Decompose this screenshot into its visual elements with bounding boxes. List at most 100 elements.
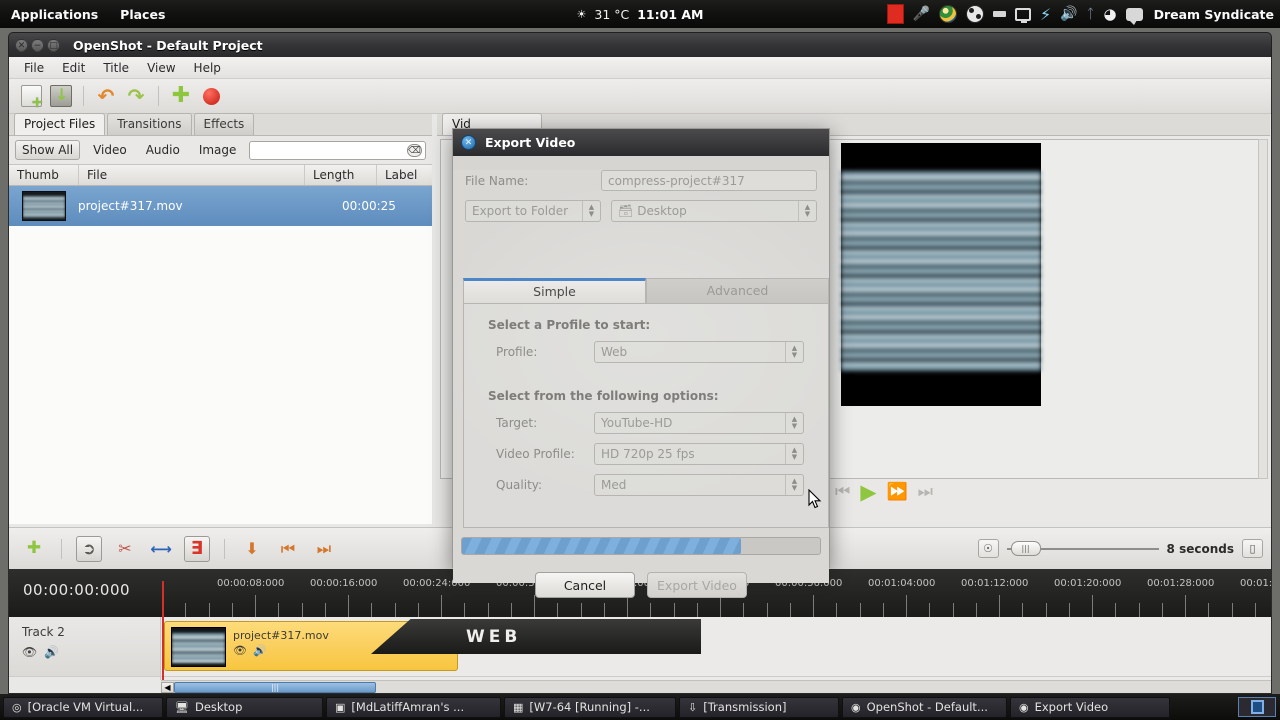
taskbar-item-openshot[interactable]: ◉ OpenShot - Default... <box>842 696 1007 718</box>
resize-tool-icon[interactable]: ⟷ <box>148 536 174 562</box>
speaker-icon[interactable]: 🔊 <box>44 645 59 659</box>
export-to-folder-select[interactable]: Export to Folder ▲ ▼ <box>465 200 601 222</box>
menu-title[interactable]: Title <box>94 59 138 77</box>
red-indicator-icon[interactable] <box>886 4 904 24</box>
video-profile-select[interactable]: HD 720p 25 fps ▲ ▼ <box>594 443 804 465</box>
previous-marker-icon[interactable]: ⏮ <box>275 536 301 562</box>
list-item[interactable]: project#317.mov 00:00:25 <box>9 186 432 226</box>
save-project-icon[interactable] <box>49 84 73 108</box>
column-label[interactable]: Label <box>377 165 432 185</box>
bluetooth-icon[interactable]: ᛏ <box>1087 7 1095 22</box>
column-length[interactable]: Length <box>305 165 377 185</box>
chevron-updown-icon[interactable]: ▲ ▼ <box>582 201 600 221</box>
undo-icon[interactable]: ↶ <box>94 84 118 108</box>
filter-image[interactable]: Image <box>193 141 243 159</box>
playhead-marker[interactable] <box>162 581 164 617</box>
taskbar-item-desktop[interactable]: 🖥 Desktop <box>166 696 323 718</box>
chevron-updown-icon[interactable]: ▲ ▼ <box>785 475 803 495</box>
search-input[interactable]: ⌫ <box>249 140 426 160</box>
zoom-slider-handle[interactable]: ||| <box>1010 540 1041 556</box>
track-header[interactable]: Track 1 👁 🔊 <box>9 677 161 680</box>
folder-select[interactable]: 🗃 Desktop ▲ ▼ <box>611 200 817 222</box>
chevron-updown-icon[interactable]: ▲ ▼ <box>798 201 816 221</box>
messaging-icon[interactable] <box>1125 7 1143 25</box>
redo-icon[interactable]: ↷ <box>124 84 148 108</box>
record-icon[interactable] <box>199 84 223 108</box>
next-marker-icon[interactable]: ⏭ <box>311 536 337 562</box>
menu-file[interactable]: File <box>15 59 53 77</box>
microphone-icon[interactable]: 🎤 <box>913 7 930 21</box>
snapping-tool-icon[interactable]: ∃ <box>184 535 210 562</box>
file-name-field[interactable]: compress-project#317 <box>601 170 817 191</box>
taskbar-item-export-video[interactable]: ◉ Export Video <box>1010 696 1170 718</box>
close-icon[interactable]: ✕ <box>461 135 476 150</box>
quality-select[interactable]: Med ▲ ▼ <box>594 474 804 496</box>
tab-project-files[interactable]: Project Files <box>14 113 106 135</box>
cancel-button[interactable]: Cancel <box>535 572 635 598</box>
chevron-updown-icon[interactable]: ▲ ▼ <box>785 342 803 362</box>
maximize-icon[interactable]: □ <box>47 38 60 52</box>
display-icon[interactable] <box>1015 7 1031 23</box>
places-menu[interactable]: Places <box>109 7 176 22</box>
tab-effects[interactable]: Effects <box>193 113 255 135</box>
volume-icon[interactable]: 🔊 <box>1060 6 1077 22</box>
menu-help[interactable]: Help <box>185 59 230 77</box>
track-body[interactable]: project#317.mov 👁 🔊 WEB <box>161 617 1271 676</box>
tab-advanced[interactable]: Advanced <box>646 278 829 303</box>
dash-icon[interactable] <box>993 11 1006 17</box>
play-icon[interactable]: ▶ <box>860 480 876 504</box>
menu-edit[interactable]: Edit <box>53 59 94 77</box>
dialog-titlebar[interactable]: ✕ Export Video <box>453 129 829 156</box>
track-header[interactable]: Track 2 👁 🔊 <box>9 617 161 676</box>
timeline-horizontal-scrollbar[interactable]: ◀ ||| <box>161 680 1271 693</box>
timeline-end-icon[interactable]: ▯ <box>1242 539 1263 558</box>
zoom-slider[interactable]: ||| <box>1006 540 1159 556</box>
tab-transitions[interactable]: Transitions <box>107 113 192 135</box>
center-playhead-icon[interactable]: ☉ <box>977 539 999 558</box>
firefox-icon[interactable] <box>939 5 957 23</box>
user-menu[interactable]: Dream Syndicate <box>1154 7 1274 22</box>
column-file[interactable]: File <box>79 165 305 185</box>
filter-video[interactable]: Video <box>87 141 133 159</box>
taskbar-item-transmission[interactable]: ⇩ [Transmission] <box>679 696 839 718</box>
power-bolt-icon[interactable]: ⚡ <box>1040 5 1051 24</box>
add-file-icon[interactable]: ✚ <box>169 84 193 108</box>
workspace-switcher-icon[interactable] <box>1238 697 1276 717</box>
clock-label[interactable]: 11:01 AM <box>637 7 703 22</box>
column-thumb[interactable]: Thumb <box>9 165 79 185</box>
media-player-icon[interactable] <box>966 5 984 23</box>
close-icon[interactable]: ✕ <box>15 38 28 52</box>
previous-marker-icon[interactable]: ⏮ <box>835 482 850 502</box>
fast-forward-icon[interactable]: ⏩ <box>886 482 907 502</box>
taskbar-item-virtualbox[interactable]: ◎ [Oracle VM Virtual... <box>3 696 163 718</box>
clear-search-icon[interactable]: ⌫ <box>407 143 422 157</box>
eye-icon[interactable]: 👁 <box>22 645 37 659</box>
minimize-icon[interactable]: − <box>31 38 44 52</box>
razor-tool-icon[interactable]: ✂ <box>112 536 138 562</box>
taskbar-item-w7-64[interactable]: ▦ [W7-64 [Running] -... <box>504 696 676 718</box>
add-marker-icon[interactable]: ⬇ <box>239 536 265 562</box>
scroll-left-icon[interactable]: ◀ <box>161 681 174 693</box>
speaker-icon[interactable]: 🔊 <box>253 644 267 657</box>
applications-menu[interactable]: Applications <box>0 7 109 22</box>
export-video-button[interactable]: Export Video <box>647 572 747 598</box>
chevron-updown-icon[interactable]: ▲ ▼ <box>785 413 803 433</box>
new-project-icon[interactable] <box>19 84 43 111</box>
filter-audio[interactable]: Audio <box>140 141 186 159</box>
selection-tool-icon[interactable]: ➲ <box>76 535 102 562</box>
chevron-updown-icon[interactable]: ▲ ▼ <box>785 444 803 464</box>
menu-view[interactable]: View <box>138 59 184 77</box>
preview-scrollbar[interactable] <box>1258 139 1268 479</box>
scrollbar-thumb[interactable]: ||| <box>174 681 376 693</box>
window-titlebar[interactable]: ✕ − □ OpenShot - Default Project <box>8 32 1272 57</box>
tab-simple[interactable]: Simple <box>463 278 646 303</box>
eye-icon[interactable]: 👁 <box>233 644 247 657</box>
add-track-icon[interactable]: ✚ <box>21 536 47 562</box>
wifi-icon[interactable]: ◕ <box>1103 5 1116 23</box>
profile-select[interactable]: Web ▲ ▼ <box>594 341 804 363</box>
filter-show-all[interactable]: Show All <box>15 140 81 160</box>
next-marker-icon[interactable]: ⏭ <box>918 482 933 502</box>
target-select[interactable]: YouTube-HD ▲ ▼ <box>594 412 804 434</box>
preview-video-frame[interactable] <box>841 143 1041 406</box>
taskbar-item-mdlatiffamran[interactable]: ▣ [MdLatiffAmran's ... <box>326 696 501 718</box>
